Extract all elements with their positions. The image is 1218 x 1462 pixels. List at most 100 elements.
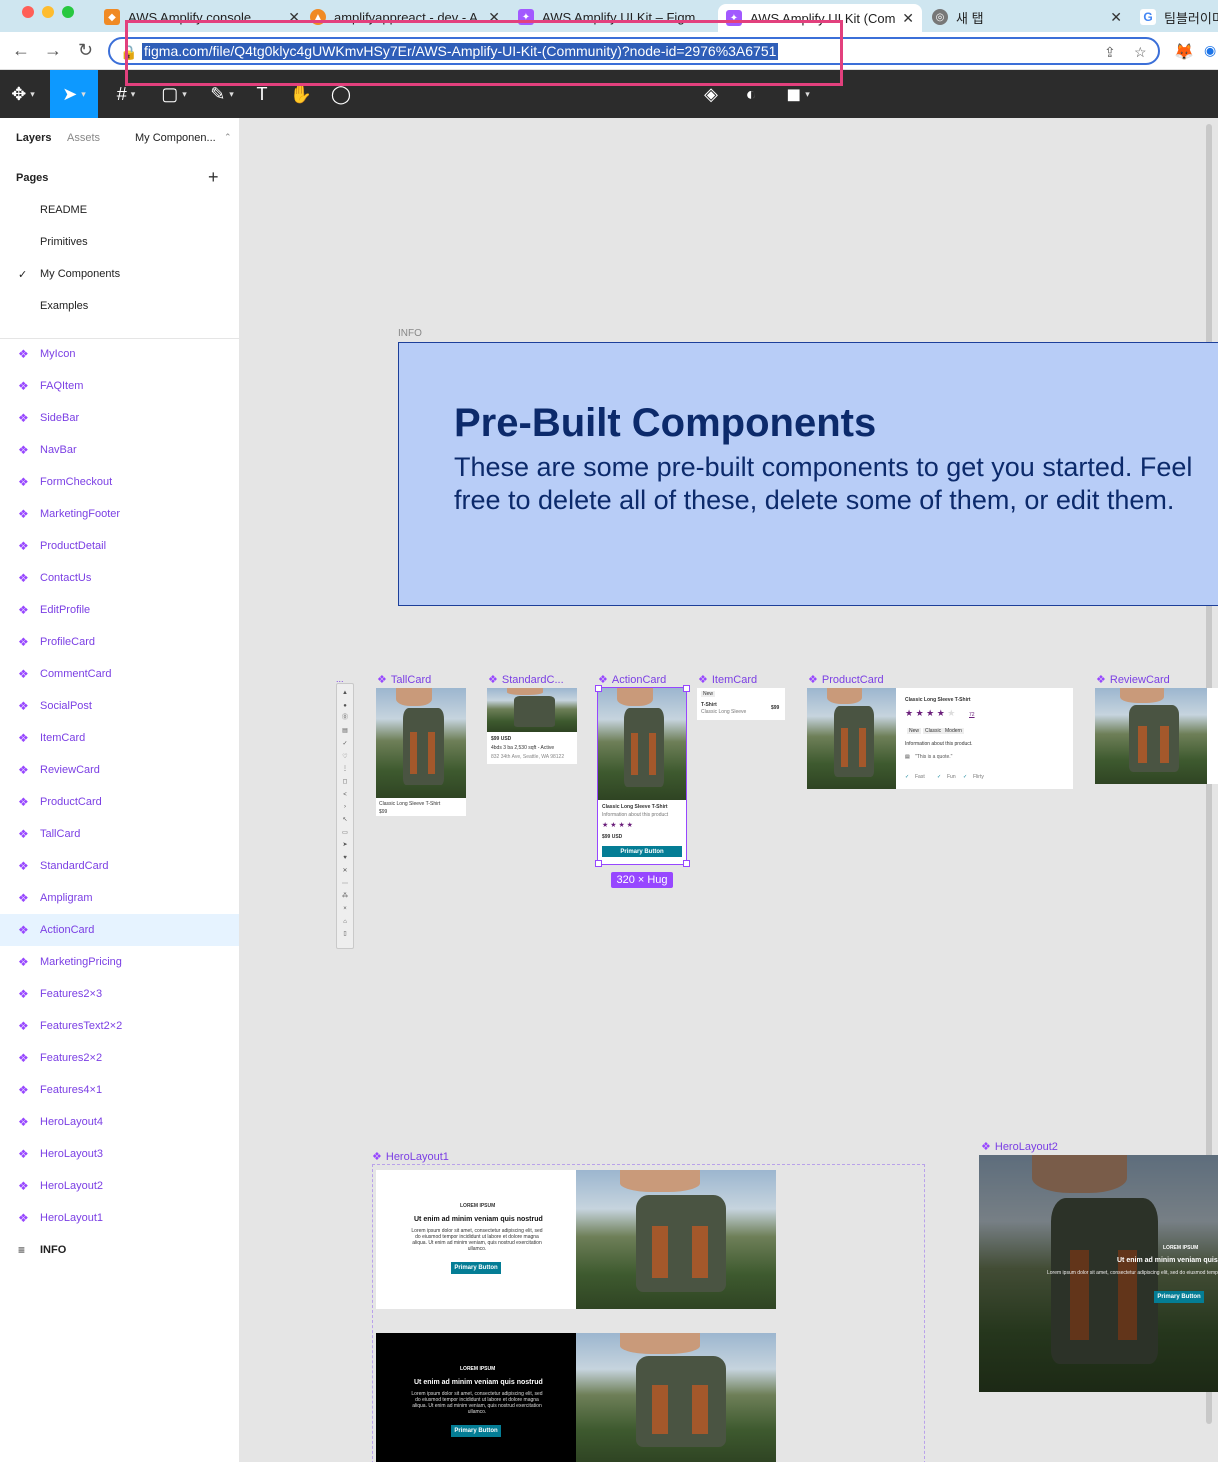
layer-item[interactable]: ❖ HeroLayout2 [0,1170,239,1202]
library-icon[interactable]: ⌂ [342,919,348,925]
resize-handle[interactable] [595,685,602,692]
library-icon[interactable]: ⋮ [342,766,348,772]
browser-tab[interactable]: ◎ 새 탭 ✕ [932,4,1122,30]
layer-item[interactable]: ❖ MarketingPricing [0,946,239,978]
figma-main-menu-button[interactable]: ✥ ▾ [0,70,46,118]
herolayout1-dark[interactable]: LOREM IPSUM Ut enim ad minim veniam quis… [376,1333,776,1462]
close-tab-icon[interactable]: ✕ [902,10,914,27]
chevron-up-icon[interactable]: ⌃ [224,132,232,143]
metamask-extension-icon[interactable]: 🦊 [1174,42,1194,62]
resize-handle[interactable] [683,860,690,867]
library-icon[interactable]: ♥ [342,855,348,861]
library-icon[interactable]: × [342,906,348,912]
info-frame-label[interactable]: INFO [398,328,422,339]
add-page-plus-icon[interactable]: + [208,167,219,188]
layer-item[interactable]: ❖ ActionCard [0,914,239,946]
resize-handle[interactable] [595,860,602,867]
design-canvas[interactable]: INFO Pre-Built Components These are some… [240,118,1218,1462]
layer-item[interactable]: ❖ CommentCard [0,658,239,690]
layer-item[interactable]: ❖ FormCheckout [0,466,239,498]
tab-layers[interactable]: Layers [16,132,51,144]
layer-item[interactable]: ❖ ReviewCard [0,754,239,786]
page-item-my-components[interactable]: My Components [40,268,120,280]
back-arrow-icon[interactable]: ← [12,40,30,61]
library-icon[interactable]: ↖ [342,817,348,823]
library-icon[interactable]: ⓪ [342,715,348,721]
myicon-frame[interactable]: ▲ ● ⓪ ▤ ✓ ♡ ⋮ ◻ < › ↖ ▭ ➤ ♥ ✕ ⋯ ⁂ × ⌂ ▯ [336,683,354,949]
layer-item[interactable]: ❖ Ampligram [0,882,239,914]
layer-item[interactable]: ❖ NavBar [0,434,239,466]
standardcard-component[interactable]: $99 USD 4bds 3 ba 2,530 sqft - Active 83… [487,688,577,764]
actioncard-component[interactable]: Classic Long Sleeve T-Shirt Information … [597,687,687,865]
library-icon[interactable]: › [342,804,348,810]
library-icon[interactable]: ⁂ [342,893,348,899]
frame-label-herolayout1[interactable]: ❖ HeroLayout1 [372,1150,449,1163]
library-icon[interactable]: ▭ [342,830,348,836]
library-icon[interactable]: ▲ [342,690,348,696]
layer-item[interactable]: ❖ TallCard [0,818,239,850]
product-review-count[interactable]: 72 [969,712,975,718]
close-window-button[interactable] [22,6,34,18]
layer-item[interactable]: ❖ FeaturesText2×2 [0,1010,239,1042]
primary-button[interactable]: Primary Button [451,1262,501,1274]
library-icon[interactable]: ✓ [342,741,348,747]
layer-item[interactable]: ❖ ProductDetail [0,530,239,562]
layer-item[interactable]: ❖ Features2×2 [0,1042,239,1074]
frame-label-herolayout2[interactable]: ❖ HeroLayout2 [981,1140,1058,1153]
layer-item-info[interactable]: ≡ INFO [0,1234,239,1266]
frame-label-itemcard[interactable]: ❖ ItemCard [698,673,757,686]
library-icon[interactable]: ● [342,703,348,709]
layer-item[interactable]: ❖ HeroLayout4 [0,1106,239,1138]
library-icon[interactable]: ➤ [342,842,348,848]
layer-item[interactable]: ❖ HeroLayout1 [0,1202,239,1234]
layer-item[interactable]: ❖ Features4×1 [0,1074,239,1106]
library-icon[interactable]: ✕ [342,868,348,874]
layer-item[interactable]: ❖ ItemCard [0,722,239,754]
resize-handle[interactable] [683,685,690,692]
page-switcher[interactable]: My Componen... [135,132,216,144]
library-icon[interactable]: ⋯ [342,881,348,887]
info-frame[interactable]: Pre-Built Components These are some pre-… [398,342,1218,606]
layer-item[interactable]: ❖ MarketingFooter [0,498,239,530]
share-icon[interactable]: ⇪ [1104,44,1116,61]
page-item-readme[interactable]: README [40,204,87,216]
layer-item[interactable]: ❖ SideBar [0,402,239,434]
frame-label-actioncard[interactable]: ❖ ActionCard [598,673,666,686]
library-icon[interactable]: ▤ [342,728,348,734]
tab-assets[interactable]: Assets [67,132,100,144]
reviewcard-component[interactable] [1095,688,1218,784]
frame-label-productcard[interactable]: ❖ ProductCard [808,673,884,686]
minimize-window-button[interactable] [42,6,54,18]
layer-item[interactable]: ❖ FAQItem [0,370,239,402]
herolayout2-component[interactable]: LOREM IPSUM Ut enim ad minim veniam quis… [979,1155,1218,1392]
herolayout1-light[interactable]: LOREM IPSUM Ut enim ad minim veniam quis… [376,1170,776,1309]
primary-button[interactable]: Primary Button [602,846,682,857]
bookmark-star-icon[interactable]: ☆ [1134,44,1147,61]
layer-item[interactable]: ❖ StandardCard [0,850,239,882]
frame-label-standardcard[interactable]: ❖ StandardC... [488,673,564,686]
layer-item[interactable]: ❖ ProfileCard [0,626,239,658]
library-icon[interactable]: < [342,792,348,798]
library-icon[interactable]: ◻ [342,779,348,785]
page-item-examples[interactable]: Examples [40,300,88,312]
productcard-component[interactable]: Classic Long Sleeve T-Shirt ★ ★ ★ ★ ★ 72… [807,688,1073,789]
layer-item[interactable]: ❖ EditProfile [0,594,239,626]
library-icon[interactable]: ▯ [342,931,348,937]
frame-label-tallcard[interactable]: ❖ TallCard [377,673,431,686]
browser-tab[interactable]: G 팀블러이미 [1140,4,1218,30]
layer-item[interactable]: ❖ ContactUs [0,562,239,594]
page-item-primitives[interactable]: Primitives [40,236,88,248]
library-icon[interactable]: ♡ [342,754,348,760]
maximize-window-button[interactable] [62,6,74,18]
itemcard-component[interactable]: New T-Shirt Classic Long Sleeve $99 [697,688,785,720]
layer-item[interactable]: ❖ HeroLayout3 [0,1138,239,1170]
layer-item[interactable]: ❖ MyIcon [0,338,239,370]
move-tool-button[interactable]: ➤ ▾ [50,70,98,118]
layer-item[interactable]: ❖ SocialPost [0,690,239,722]
forward-arrow-icon[interactable]: → [44,40,62,61]
extension-icon[interactable]: ◉ [1204,42,1216,59]
layer-item[interactable]: ❖ Features2×3 [0,978,239,1010]
layer-item[interactable]: ❖ ProductCard [0,786,239,818]
close-tab-icon[interactable]: ✕ [1110,9,1122,26]
primary-button[interactable]: Primary Button [1154,1291,1204,1303]
